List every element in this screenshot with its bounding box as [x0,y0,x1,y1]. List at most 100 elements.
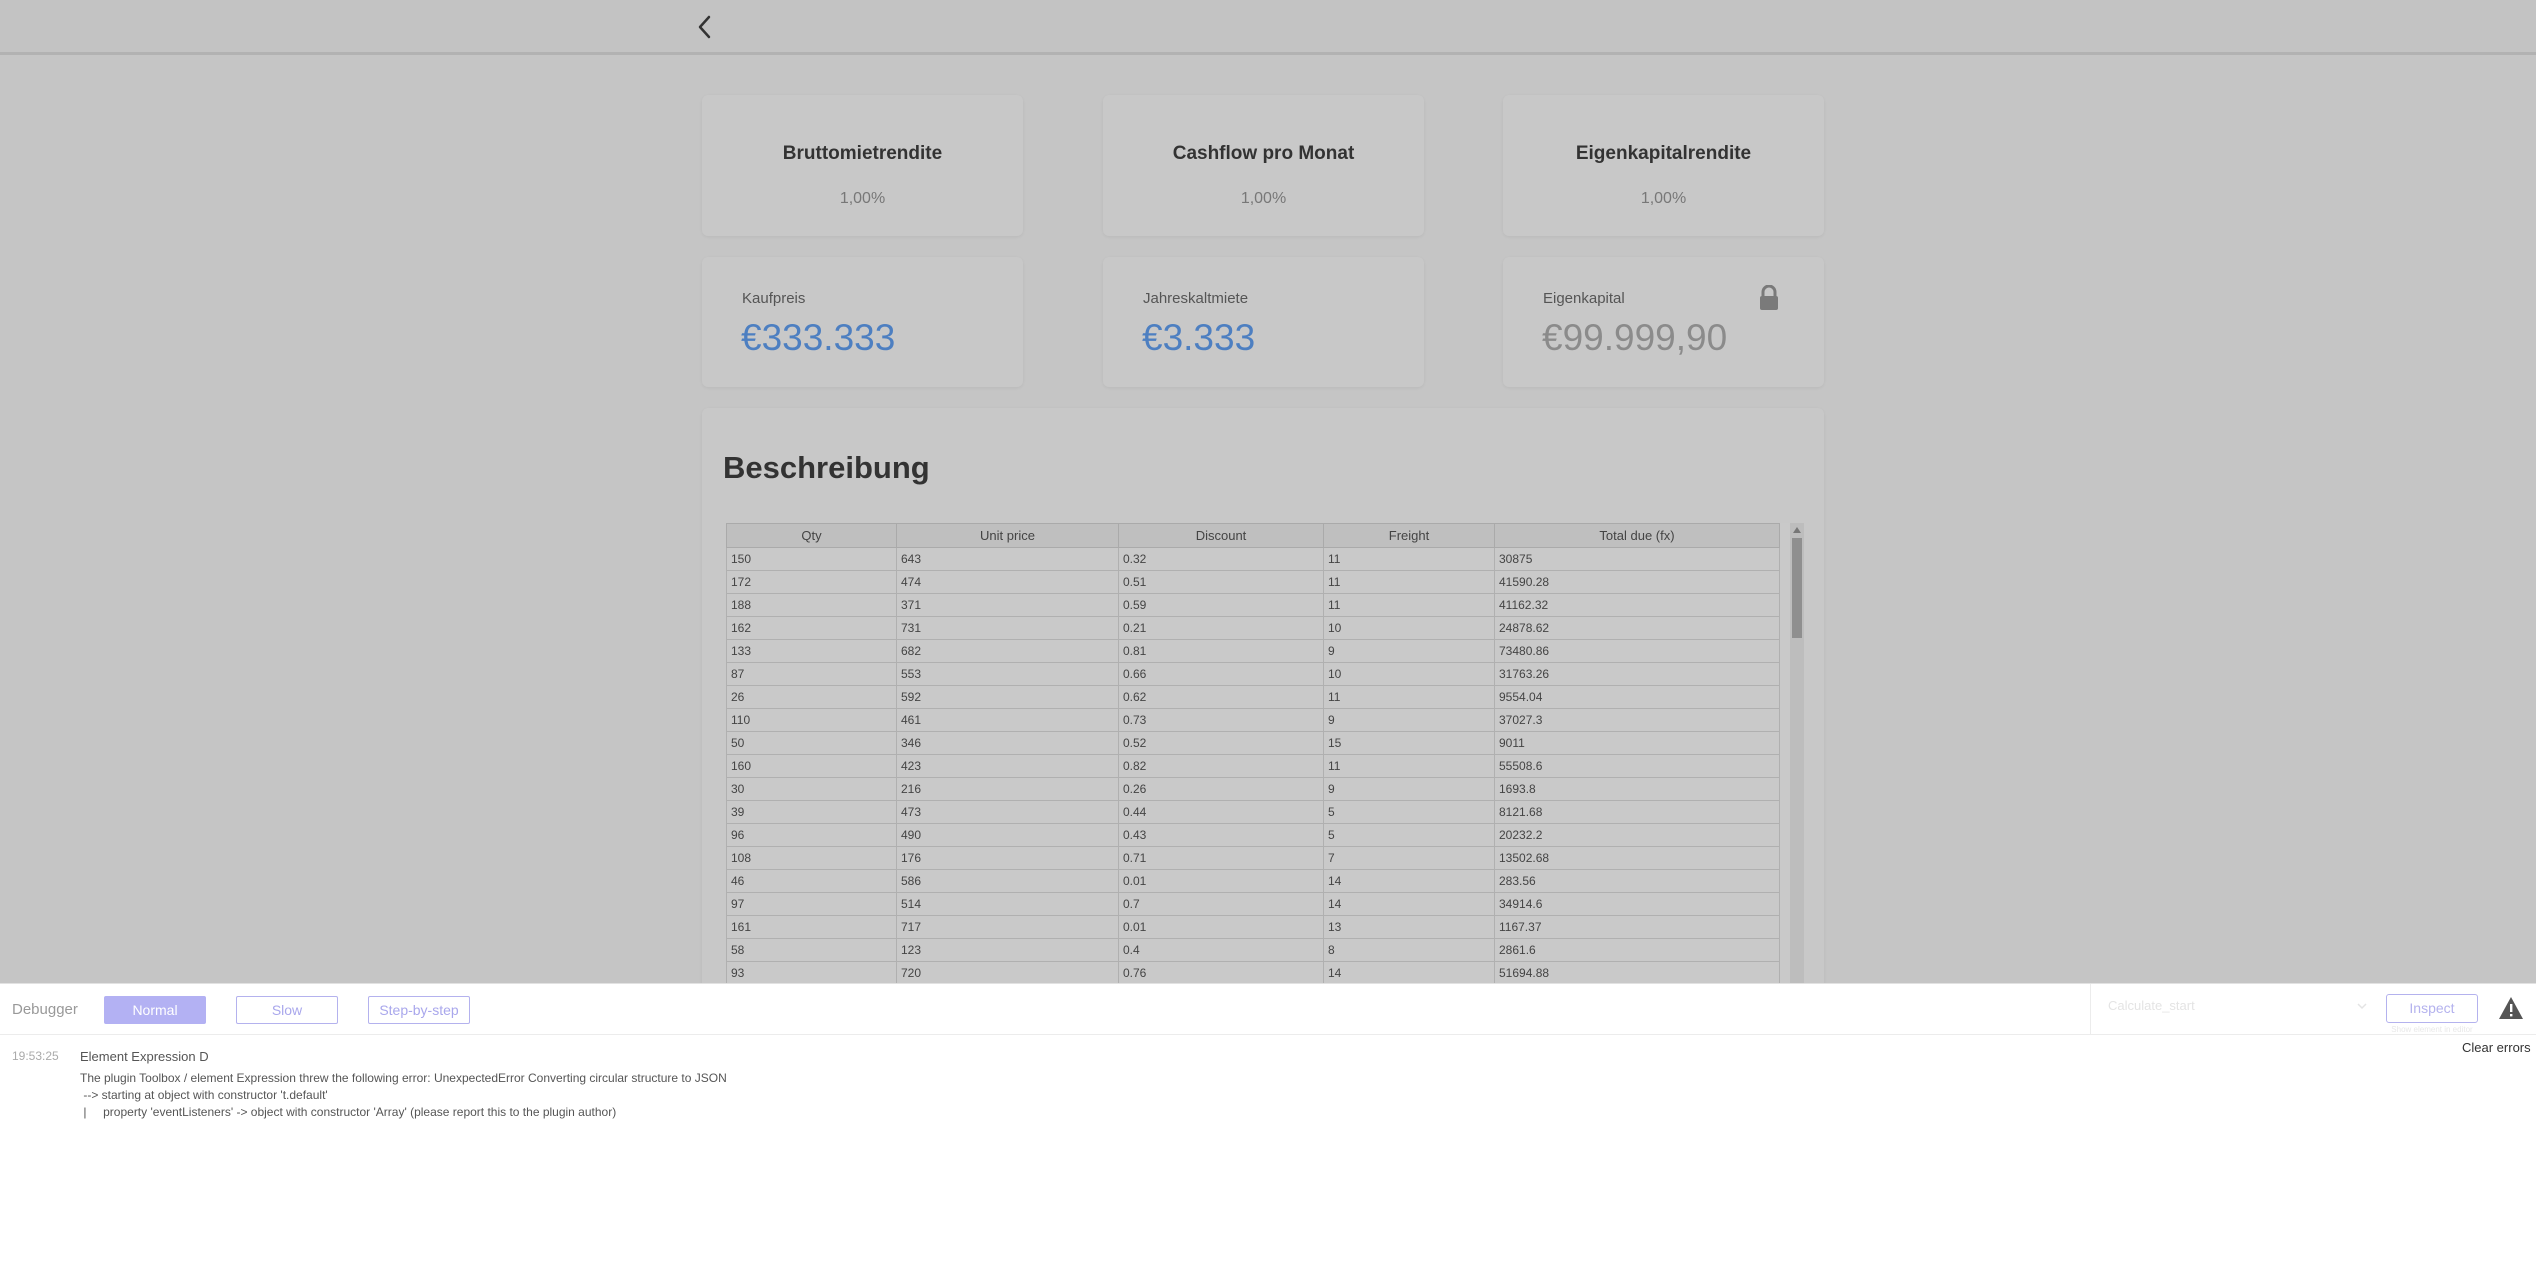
mode-slow-button[interactable]: Slow [236,996,338,1024]
table-row[interactable]: 93 720 0.76 14 51694.88 [726,961,1780,983]
table-row[interactable]: 46 586 0.01 14 283.56 [726,869,1780,893]
table-cell: 31763.26 [1494,662,1780,686]
inspect-button[interactable]: Inspect [2386,994,2478,1023]
back-button[interactable] [690,8,720,46]
column-header[interactable]: Discount [1118,523,1324,548]
table-cell: 30875 [1494,547,1780,571]
table-cell: 15 [1323,731,1495,755]
table-cell: 108 [726,846,897,870]
data-table-container[interactable]: Qty Unit price Discount Freight Total due (f… [726,523,1795,983]
column-header[interactable]: Total due (fx) [1494,523,1780,548]
table-row[interactable]: 96 490 0.43 5 20232.2 [726,823,1780,847]
table-cell: 14 [1323,869,1495,893]
table-cell: 490 [896,823,1119,847]
table-cell: 30 [726,777,897,801]
table-cell: 11 [1323,547,1495,571]
table-cell: 176 [896,846,1119,870]
table-row[interactable]: 150 643 0.32 11 30875 [726,547,1780,571]
table-row[interactable]: 161 717 0.01 13 1167.37 [726,915,1780,939]
table-row[interactable]: 108 176 0.71 7 13502.68 [726,846,1780,870]
table-cell: 474 [896,570,1119,594]
table-cell: 371 [896,593,1119,617]
eigenkapital-card: Eigenkapital €99.999,90 [1503,257,1824,387]
table-cell: 150 [726,547,897,571]
table-cell: 0.76 [1118,961,1324,983]
chevron-down-icon [2357,1003,2367,1010]
table-cell: 188 [726,593,897,617]
column-header[interactable]: Unit price [896,523,1119,548]
chevron-left-icon [698,15,711,39]
table-cell: 553 [896,662,1119,686]
table-cell: 96 [726,823,897,847]
table-cell: 283.56 [1494,869,1780,893]
table-row[interactable]: 26 592 0.62 11 9554.04 [726,685,1780,709]
table-cell: 13502.68 [1494,846,1780,870]
table-row[interactable]: 97 514 0.7 14 34914.6 [726,892,1780,916]
table-cell: 37027.3 [1494,708,1780,732]
table-cell: 41590.28 [1494,570,1780,594]
jahreskaltmiete-card[interactable]: Jahreskaltmiete €3.333 [1103,257,1424,387]
table-cell: 10 [1323,616,1495,640]
table-cell: 717 [896,915,1119,939]
warning-icon[interactable] [2498,996,2524,1020]
element-select-dropdown[interactable]: Calculate_start [2108,998,2368,1022]
log-line: The plugin Toolbox / element Expression … [80,1071,727,1085]
table-cell: 5 [1323,800,1495,824]
kpi-title: Cashflow pro Monat [1172,143,1355,164]
scroll-up-arrow-icon[interactable] [1793,527,1801,533]
table-cell: 1693.8 [1494,777,1780,801]
table-cell: 1167.37 [1494,915,1780,939]
table-row[interactable]: 110 461 0.73 9 37027.3 [726,708,1780,732]
table-cell: 514 [896,892,1119,916]
table-cell: 0.52 [1118,731,1324,755]
table-cell: 133 [726,639,897,663]
table-cell: 55508.6 [1494,754,1780,778]
table-cell: 10 [1323,662,1495,686]
table-cell: 0.21 [1118,616,1324,640]
table-row[interactable]: 87 553 0.66 10 31763.26 [726,662,1780,686]
table-row[interactable]: 162 731 0.21 10 24878.62 [726,616,1780,640]
table-row[interactable]: 30 216 0.26 9 1693.8 [726,777,1780,801]
table-cell: 0.4 [1118,938,1324,962]
kpi-value: 1,00% [1640,190,1687,207]
table-cell: 110 [726,708,897,732]
table-cell: 58 [726,938,897,962]
mode-step-by-step-button[interactable]: Step-by-step [368,996,470,1024]
table-cell: 8121.68 [1494,800,1780,824]
kaufpreis-card[interactable]: Kaufpreis €333.333 [702,257,1023,387]
table-cell: 643 [896,547,1119,571]
main-content: Bruttomietrendite 1,00% Cashflow pro Mon… [0,55,2536,1008]
mode-normal-button[interactable]: Normal [104,996,206,1024]
column-header[interactable]: Qty [726,523,897,548]
scroll-thumb[interactable] [1792,538,1802,638]
table-row[interactable]: 172 474 0.51 11 41590.28 [726,570,1780,594]
table-cell: 461 [896,708,1119,732]
table-cell: 0.66 [1118,662,1324,686]
table-cell: 13 [1323,915,1495,939]
table-cell: 11 [1323,570,1495,594]
money-value[interactable]: €3.333 [1142,317,1255,359]
table-cell: 0.59 [1118,593,1324,617]
column-header[interactable]: Freight [1323,523,1495,548]
table-cell: 14 [1323,892,1495,916]
table-row[interactable]: 39 473 0.44 5 8121.68 [726,800,1780,824]
table-scrollbar[interactable] [1790,523,1804,983]
table-row[interactable]: 160 423 0.82 11 55508.6 [726,754,1780,778]
kpi-card-eigenkapitalrendite: Eigenkapitalrendite 1,00% [1503,95,1824,236]
money-label: Kaufpreis [742,290,806,307]
money-label: Eigenkapital [1543,290,1625,307]
table-cell: 0.01 [1118,869,1324,893]
money-value[interactable]: €333.333 [741,317,895,359]
log-line: | property 'eventListeners' -> object wi… [70,1105,617,1119]
kpi-value: 1,00% [839,190,886,207]
table-cell: 14 [1323,961,1495,983]
table-row[interactable]: 50 346 0.52 15 9011 [726,731,1780,755]
table-row[interactable]: 58 123 0.4 8 2861.6 [726,938,1780,962]
top-bar [0,0,2536,55]
clear-errors-button[interactable]: Clear errors [2462,1040,2531,1055]
log-timestamp: 19:53:25 [12,1049,59,1063]
table-row[interactable]: 188 371 0.59 11 41162.32 [726,593,1780,617]
table-cell: 11 [1323,685,1495,709]
kpi-title: Bruttomietrendite [782,143,943,164]
table-row[interactable]: 133 682 0.81 9 73480.86 [726,639,1780,663]
